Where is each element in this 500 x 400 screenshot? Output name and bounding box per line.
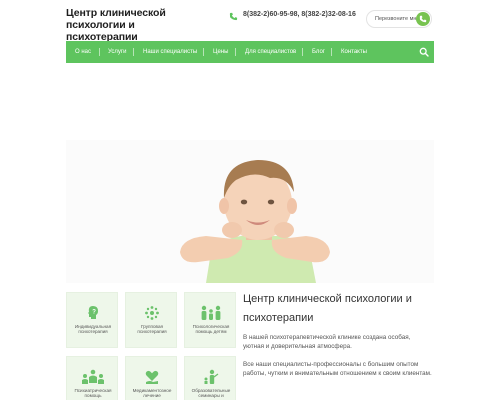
people-hands-icon: [82, 369, 104, 384]
nav-item-blog[interactable]: Блог: [312, 41, 325, 63]
nav-item-contacts[interactable]: Контакты: [341, 41, 367, 63]
presenter-icon: [204, 369, 219, 384]
phone-numbers[interactable]: 8(382-2)60-95-98, 8(382-2)32-08-16: [243, 11, 356, 18]
service-label: Психологическая помощь детям: [192, 324, 230, 335]
service-label: Индивидуальная психотерапия: [74, 324, 112, 335]
nav-item-prices[interactable]: Цены: [213, 41, 228, 63]
phone-icon: [229, 12, 238, 21]
nav-divider: [133, 48, 134, 56]
nav-item-for-specialists[interactable]: Для специалистов: [245, 41, 296, 63]
service-label: Медикаментозное лечение: [132, 388, 172, 399]
heart-hand-icon: [145, 370, 159, 384]
nav-divider: [203, 48, 204, 56]
child-photo: [66, 140, 434, 283]
nav-item-services[interactable]: Услуги: [108, 41, 126, 63]
callback-phone-icon: [416, 12, 430, 26]
service-tile-individual[interactable]: ? Индивидуальная психотерапия: [66, 292, 118, 348]
service-label: Психиатрическая помощь: [74, 388, 112, 399]
nav-divider: [302, 48, 303, 56]
group-circle-icon: [145, 306, 159, 320]
hero-image: [66, 140, 434, 283]
family-icon: [201, 305, 221, 320]
service-tile-medication[interactable]: Медикаментозное лечение: [125, 356, 177, 400]
nav-item-about[interactable]: О нас: [75, 41, 91, 63]
service-tile-seminars[interactable]: Образовательные семинары и: [184, 356, 236, 400]
site-header: Центр клинической психологии и психотера…: [0, 0, 500, 43]
svg-text:?: ?: [92, 310, 96, 316]
nav-item-specialists[interactable]: Наши специалисты: [143, 41, 197, 63]
service-tile-group[interactable]: Групповая психотерапия: [125, 292, 177, 348]
head-question-icon: ?: [88, 306, 98, 319]
search-icon[interactable]: [419, 47, 429, 57]
service-label: Образовательные семинары и: [191, 388, 231, 399]
service-label: Групповая психотерапия: [137, 324, 167, 335]
callback-label: Перезвоните мне: [375, 16, 420, 22]
intro-title: Центр клинической психологии и психотера…: [243, 293, 412, 324]
main-nav: О нас Услуги Наши специалисты Цены Для с…: [66, 41, 434, 63]
callback-button[interactable]: Перезвоните мне: [366, 10, 432, 28]
nav-divider: [331, 48, 332, 56]
service-tile-children[interactable]: Психологическая помощь детям: [184, 292, 236, 348]
intro-paragraph: В нашей психотерапевтической клинике соз…: [243, 334, 411, 350]
intro-paragraph: Все наши специалисты-профессионалы с бол…: [243, 361, 432, 377]
site-logo[interactable]: Центр клинической психологии и психотера…: [66, 7, 196, 43]
nav-divider: [235, 48, 236, 56]
service-tile-psychiatric[interactable]: Психиатрическая помощь: [66, 356, 118, 400]
nav-divider: [99, 48, 100, 56]
